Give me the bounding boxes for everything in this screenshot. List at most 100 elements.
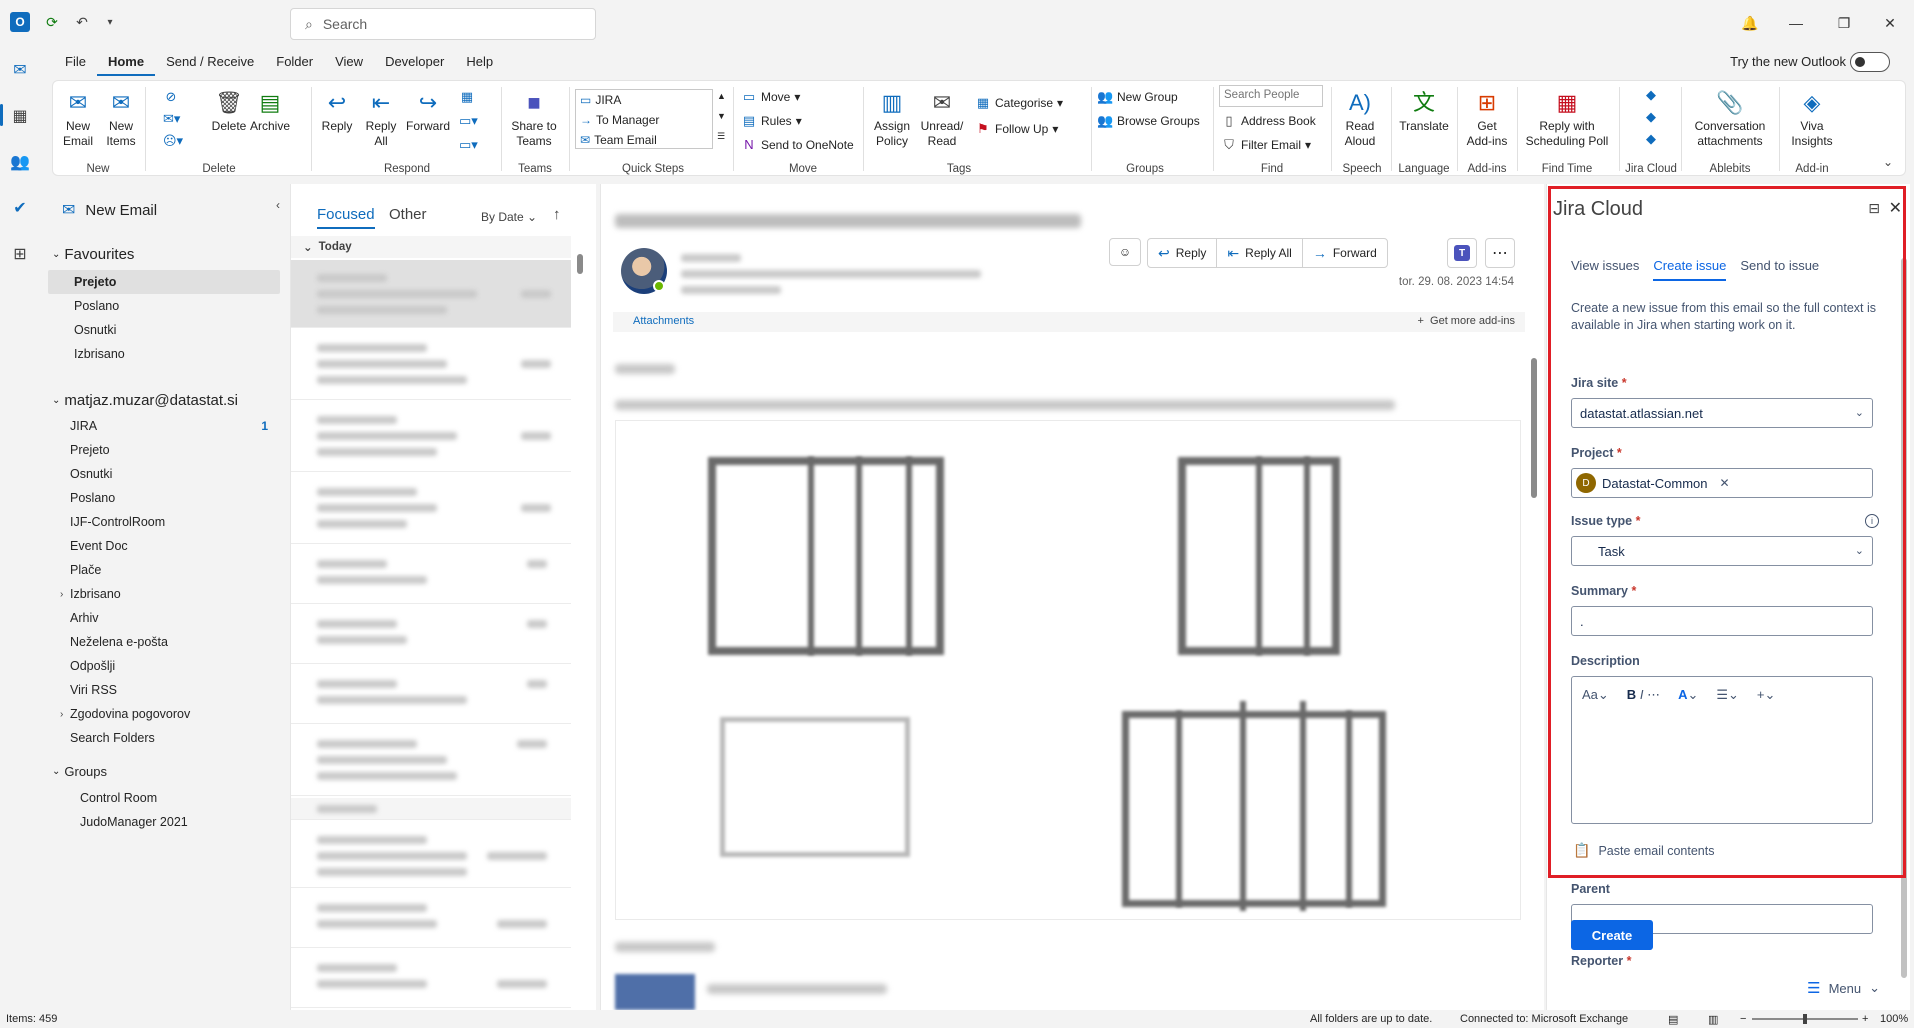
tab-help[interactable]: Help bbox=[455, 50, 504, 76]
quick-steps-scroll-up-icon[interactable]: ▲ bbox=[717, 91, 726, 101]
quick-steps-scroll-down-icon[interactable]: ▼ bbox=[717, 111, 726, 121]
quick-step-to-manager[interactable]: → To Manager bbox=[576, 110, 712, 130]
filter-email-button[interactable]: ⛉ Filter Email ▾ bbox=[1221, 137, 1311, 153]
mail-icon[interactable]: ✉ bbox=[6, 56, 34, 84]
follow-up-button[interactable]: ⚑ Follow Up ▾ bbox=[975, 121, 1058, 137]
tab-folder[interactable]: Folder bbox=[265, 50, 324, 76]
quick-steps-expand-icon[interactable]: ☰ bbox=[717, 131, 725, 142]
ignore-icon[interactable]: ⊘ bbox=[163, 89, 179, 105]
folder-poslano[interactable]: Poslano bbox=[48, 486, 280, 510]
folder-osnutki[interactable]: Osnutki bbox=[48, 462, 280, 486]
reply-all-button[interactable]: ⇤ Reply All bbox=[359, 87, 403, 149]
list-item[interactable] bbox=[291, 950, 571, 1008]
project-select[interactable]: D Datastat-Common ✕ bbox=[1571, 468, 1873, 498]
list-item[interactable] bbox=[291, 606, 571, 664]
folder-arhiv[interactable]: Arhiv bbox=[48, 606, 280, 630]
tab-home[interactable]: Home bbox=[96, 50, 156, 76]
forward-message-button[interactable]: → Forward bbox=[1303, 239, 1387, 267]
zoom-in-icon[interactable]: + bbox=[1862, 1013, 1868, 1025]
quick-step-jira[interactable]: ▭ JIRA bbox=[576, 90, 712, 110]
move-button[interactable]: ▭ Move ▾ bbox=[741, 89, 801, 105]
new-items-button[interactable]: ✉ New Items bbox=[101, 87, 141, 149]
new-group-button[interactable]: 👥 New Group bbox=[1097, 89, 1178, 105]
get-addins-button[interactable]: ⊞ Get Add-ins bbox=[1459, 87, 1515, 149]
sync-icon[interactable]: ⟳ bbox=[42, 12, 62, 32]
notifications-bell-icon[interactable]: 🔔 bbox=[1730, 10, 1770, 36]
folder-viri-rss[interactable]: Viri RSS bbox=[48, 678, 280, 702]
reply-with-scheduling-poll-button[interactable]: ▦ Reply with Scheduling Poll bbox=[1519, 87, 1615, 149]
favourites-header[interactable]: ⌄ Favourites bbox=[52, 246, 134, 263]
translate-button[interactable]: 文 Translate bbox=[1393, 87, 1455, 134]
zoom-out-icon[interactable]: − bbox=[1740, 1013, 1746, 1025]
more-formatting-icon[interactable]: ⋯ bbox=[1647, 687, 1660, 702]
folder-odposlji[interactable]: Odpošlji bbox=[48, 654, 280, 678]
folder-prejeto[interactable]: Prejeto bbox=[48, 438, 280, 462]
jira-view-issues-icon[interactable]: ◆ bbox=[1643, 87, 1659, 103]
tab-send-receive[interactable]: Send / Receive bbox=[155, 50, 265, 76]
conversation-attachments-button[interactable]: 📎 Conversation attachments bbox=[1683, 87, 1777, 149]
list-item[interactable] bbox=[291, 474, 571, 544]
folder-nezelena-eposta[interactable]: Neželena e-pošta bbox=[48, 630, 280, 654]
create-issue-button[interactable]: Create bbox=[1571, 920, 1653, 950]
groups-header[interactable]: ⌄ Groups bbox=[52, 764, 107, 779]
list-item[interactable] bbox=[291, 260, 571, 328]
bold-icon[interactable]: B bbox=[1627, 687, 1636, 702]
folder-place[interactable]: Plače bbox=[48, 558, 280, 582]
collapse-pane-chevron-icon[interactable]: ‹ bbox=[276, 198, 280, 212]
tab-file[interactable]: File bbox=[54, 50, 97, 76]
address-book-button[interactable]: ▯ Address Book bbox=[1221, 113, 1315, 129]
reading-view-icon[interactable]: ▥ bbox=[1708, 1013, 1718, 1026]
folder-favourite-osnutki[interactable]: Osnutki bbox=[48, 318, 280, 342]
send-to-onenote-button[interactable]: N Send to OneNote bbox=[741, 137, 853, 152]
new-email-pane-button[interactable]: ✉ New Email bbox=[62, 200, 157, 220]
text-color-icon[interactable]: A⌄ bbox=[1678, 687, 1698, 703]
remove-project-icon[interactable]: ✕ bbox=[1719, 476, 1729, 490]
archive-button[interactable]: ▤ Archive bbox=[249, 87, 291, 134]
list-item[interactable] bbox=[291, 666, 571, 724]
viva-insights-button[interactable]: ◈ Viva Insights bbox=[1781, 87, 1843, 149]
more-respond-icon[interactable]: ▭▾ bbox=[459, 137, 478, 153]
paste-email-contents-button[interactable]: 📋 Paste email contents bbox=[1573, 842, 1714, 859]
attachments-link[interactable]: Attachments bbox=[633, 315, 694, 327]
folder-favourite-izbrisano[interactable]: Izbrisano bbox=[48, 342, 280, 366]
message-list-scrollbar[interactable] bbox=[576, 234, 584, 1000]
emoji-reaction-button[interactable]: ☺ bbox=[1109, 238, 1141, 266]
ribbon-expand-chevron-icon[interactable]: ⌄ bbox=[1883, 155, 1893, 169]
scrollbar-thumb[interactable] bbox=[1531, 358, 1537, 498]
calendar-icon[interactable]: ▦ bbox=[6, 102, 34, 130]
insert-plus-icon[interactable]: +⌄ bbox=[1757, 687, 1775, 703]
tab-send-to-issue[interactable]: Send to issue bbox=[1740, 258, 1819, 281]
list-item[interactable] bbox=[291, 330, 571, 400]
categorise-button[interactable]: ▦ Categorise ▾ bbox=[975, 95, 1063, 111]
cleanup-icon[interactable]: ✉▾ bbox=[163, 111, 180, 127]
group-control-room[interactable]: Control Room bbox=[48, 786, 280, 810]
folder-event-doc[interactable]: Event Doc bbox=[48, 534, 280, 558]
delete-button[interactable]: 🗑 Delete bbox=[209, 87, 249, 134]
folder-search-folders[interactable]: Search Folders bbox=[48, 726, 280, 750]
list-item[interactable] bbox=[291, 822, 571, 888]
im-reply-icon[interactable]: ▭▾ bbox=[459, 113, 478, 129]
quick-step-team-email[interactable]: ✉ Team Email bbox=[576, 130, 712, 150]
sort-by-date-button[interactable]: By Date ⌄ bbox=[481, 210, 537, 224]
try-new-outlook-toggle[interactable] bbox=[1850, 52, 1890, 72]
folder-favourite-poslano[interactable]: Poslano bbox=[48, 294, 280, 318]
unread-read-button[interactable]: ✉ Unread/ Read bbox=[917, 87, 967, 149]
addin-menu-button[interactable]: ☰ Menu ⌄ bbox=[1807, 979, 1880, 997]
folder-zgodovina-pogovorov[interactable]: › Zgodovina pogovorov bbox=[48, 702, 280, 726]
addin-scrollbar[interactable] bbox=[1900, 240, 1908, 1006]
jira-create-issue-icon[interactable]: ◆ bbox=[1643, 109, 1659, 125]
jira-site-select[interactable]: datastat.atlassian.net ⌄ bbox=[1571, 398, 1873, 428]
account-header[interactable]: ⌄ matjaz.muzar@datastat.si bbox=[52, 392, 238, 409]
browse-groups-button[interactable]: 👥 Browse Groups bbox=[1097, 113, 1200, 129]
folder-favourite-prejeto[interactable]: Prejeto bbox=[48, 270, 280, 294]
zoom-level[interactable]: 100% bbox=[1880, 1013, 1908, 1025]
minimize-button[interactable]: — bbox=[1776, 10, 1816, 36]
reading-pane-scrollbar[interactable] bbox=[1529, 344, 1539, 1006]
read-aloud-button[interactable]: A) Read Aloud bbox=[1335, 87, 1385, 149]
text-style-dropdown[interactable]: Aa⌄ bbox=[1582, 687, 1609, 703]
reply-message-button[interactable]: ↩ Reply bbox=[1148, 239, 1218, 267]
tab-view-issues[interactable]: View issues bbox=[1571, 258, 1639, 281]
rules-button[interactable]: ▤ Rules ▾ bbox=[741, 113, 802, 129]
reply-all-message-button[interactable]: ⇤ Reply All bbox=[1217, 239, 1303, 267]
people-icon[interactable]: 👥 bbox=[6, 148, 34, 176]
